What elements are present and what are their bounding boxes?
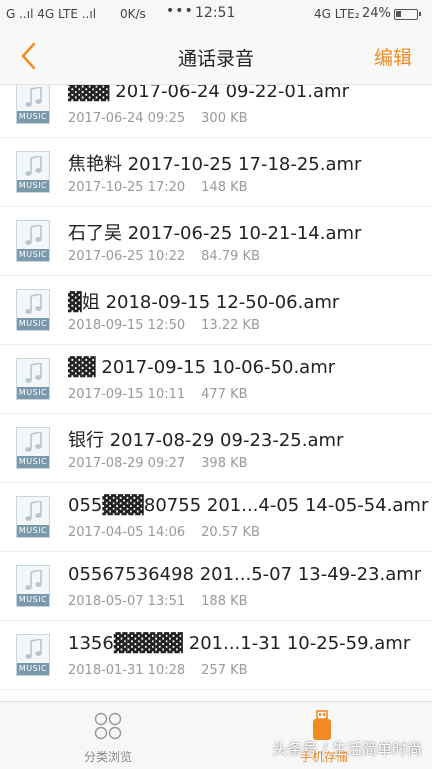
tab-category-label: 分类浏览	[83, 750, 132, 764]
recording-item[interactable]: MUSIC ▓姐 2018-09-15 12-50-06.amr 2018-09…	[0, 276, 432, 345]
recording-date: 2017-09-15 10:11	[68, 387, 186, 402]
music-tag: MUSIC	[17, 111, 49, 123]
recording-item[interactable]: MUSIC 石了吴 2017-06-25 10-21-14.amr 2017-0…	[0, 207, 432, 276]
tab-category-browse[interactable]: 分类浏览	[0, 702, 216, 769]
recording-size: 188 KB	[201, 594, 248, 609]
recording-meta: 2017-04-05 14:06 20.57 KB	[68, 525, 260, 540]
recording-size: 300 KB	[201, 111, 248, 126]
music-note-icon	[25, 501, 42, 521]
recording-date: 2017-06-25 10:22	[68, 249, 186, 264]
music-file-icon: MUSIC	[16, 427, 50, 469]
recording-date: 2018-05-07 13:51	[68, 594, 186, 609]
recording-date: 2018-01-31 10:28	[68, 663, 186, 678]
recording-size: 477 KB	[201, 387, 248, 402]
music-tag: MUSIC	[17, 525, 49, 537]
music-note-icon	[25, 639, 42, 659]
music-tag: MUSIC	[17, 318, 49, 330]
music-note-icon	[25, 294, 42, 314]
music-file-icon: MUSIC	[16, 220, 50, 262]
recording-item[interactable]: MUSIC 05567536498 201...5-07 13-49-23.am…	[0, 552, 432, 621]
music-note-icon	[25, 156, 42, 176]
recording-meta: 2017-06-25 10:22 84.79 KB	[68, 249, 260, 264]
recording-list[interactable]: MUSIC ▓▓▓ 2017-06-24 09-22-01.amr 2017-0…	[0, 85, 432, 701]
status-bar: G ..ıl 4G LTE ..ıl 0K/s ••• 12:51 4G LTE…	[0, 0, 432, 28]
music-tag: MUSIC	[17, 180, 49, 192]
recording-item[interactable]: MUSIC ▓▓▓ 2017-06-24 09-22-01.amr 2017-0…	[0, 85, 432, 138]
recording-name: 石了吴 2017-06-25 10-21-14.amr	[68, 223, 362, 244]
recording-size: 398 KB	[201, 456, 248, 471]
music-note-icon	[25, 432, 42, 452]
music-file-icon: MUSIC	[16, 496, 50, 538]
battery-percent: 24%	[362, 6, 391, 21]
clock: 12:51	[195, 5, 236, 21]
notification-dots: •••	[166, 3, 194, 19]
recording-name: 银行 2017-08-29 09-23-25.amr	[68, 430, 344, 451]
battery-icon	[394, 9, 421, 20]
recording-list-content: MUSIC ▓▓▓ 2017-06-24 09-22-01.amr 2017-0…	[0, 85, 432, 701]
recording-name: 焦艳料 2017-10-25 17-18-25.amr	[68, 154, 362, 175]
network-indicator: 4G LTE₂	[314, 7, 360, 21]
watermark: 头条号 / 生活简单时尚	[272, 740, 422, 758]
signal-indicator: G ..ıl 4G LTE ..ıl	[6, 7, 97, 21]
recording-size: 84.79 KB	[201, 249, 260, 264]
recording-size: 257 KB	[201, 663, 248, 678]
recording-date: 2017-08-29 09:27	[68, 456, 186, 471]
network-speed: 0K/s	[120, 7, 146, 21]
music-file-icon: MUSIC	[16, 634, 50, 676]
edit-button[interactable]: 编辑	[374, 43, 412, 70]
recording-size: 20.57 KB	[201, 525, 260, 540]
recording-date: 2018-09-15 12:50	[68, 318, 186, 333]
recording-size: 148 KB	[201, 180, 248, 195]
battery-fill	[396, 11, 401, 17]
recording-date: 2017-06-24 09:25	[68, 111, 186, 126]
recording-name: ▓▓▓ 2017-06-24 09-22-01.amr	[68, 85, 349, 102]
page-title: 通话录音	[177, 48, 254, 70]
recording-date: 2017-04-05 14:06	[68, 525, 186, 540]
music-tag: MUSIC	[17, 249, 49, 261]
music-tag: MUSIC	[17, 456, 49, 468]
recording-name: 1356▓▓▓▓▓ 201...1-31 10-25-59.amr	[68, 633, 411, 654]
recording-meta: 2018-01-31 10:28 257 KB	[68, 663, 248, 678]
recording-item[interactable]: MUSIC 055▓▓▓80755 201...4-05 14-05-54.am…	[0, 483, 432, 552]
music-note-icon	[25, 87, 42, 107]
music-file-icon: MUSIC	[16, 289, 50, 331]
recording-item[interactable]: MUSIC 银行 2017-08-29 09-23-25.amr 2017-08…	[0, 414, 432, 483]
app-header: 通话录音 编辑	[0, 28, 432, 85]
recording-meta: 2017-06-24 09:25 300 KB	[68, 111, 248, 126]
music-file-icon: MUSIC	[16, 151, 50, 193]
music-note-icon	[25, 363, 42, 383]
recording-meta: 2018-05-07 13:51 188 KB	[68, 594, 248, 609]
recording-size: 13.22 KB	[201, 318, 260, 333]
recording-meta: 2018-09-15 12:50 13.22 KB	[68, 318, 260, 333]
category-grid-icon	[94, 712, 122, 740]
music-tag: MUSIC	[17, 594, 49, 606]
music-tag: MUSIC	[17, 663, 49, 675]
music-tag: MUSIC	[17, 387, 49, 399]
recording-item[interactable]: MUSIC 1391▓▓▓▓▓ 201...1-09 09-55-07.amr	[0, 690, 432, 701]
recording-item[interactable]: MUSIC 1356▓▓▓▓▓ 201...1-31 10-25-59.amr …	[0, 621, 432, 690]
recording-meta: 2017-10-25 17:20 148 KB	[68, 180, 248, 195]
music-file-icon: MUSIC	[16, 565, 50, 607]
recording-name: 055▓▓▓80755 201...4-05 14-05-54.amr	[68, 495, 429, 516]
music-file-icon: MUSIC	[16, 85, 50, 124]
music-file-icon: MUSIC	[16, 358, 50, 400]
recording-meta: 2017-09-15 10:11 477 KB	[68, 387, 248, 402]
recording-name: ▓▓ 2017-09-15 10-06-50.amr	[68, 357, 336, 378]
recording-item[interactable]: MUSIC ▓▓ 2017-09-15 10-06-50.amr 2017-09…	[0, 345, 432, 414]
music-note-icon	[25, 225, 42, 245]
recording-item[interactable]: MUSIC 焦艳料 2017-10-25 17-18-25.amr 2017-1…	[0, 138, 432, 207]
recording-name: 05567536498 201...5-07 13-49-23.amr	[68, 564, 422, 585]
recording-meta: 2017-08-29 09:27 398 KB	[68, 456, 248, 471]
music-note-icon	[25, 570, 42, 590]
recording-date: 2017-10-25 17:20	[68, 180, 186, 195]
recording-name: ▓姐 2018-09-15 12-50-06.amr	[68, 292, 340, 313]
